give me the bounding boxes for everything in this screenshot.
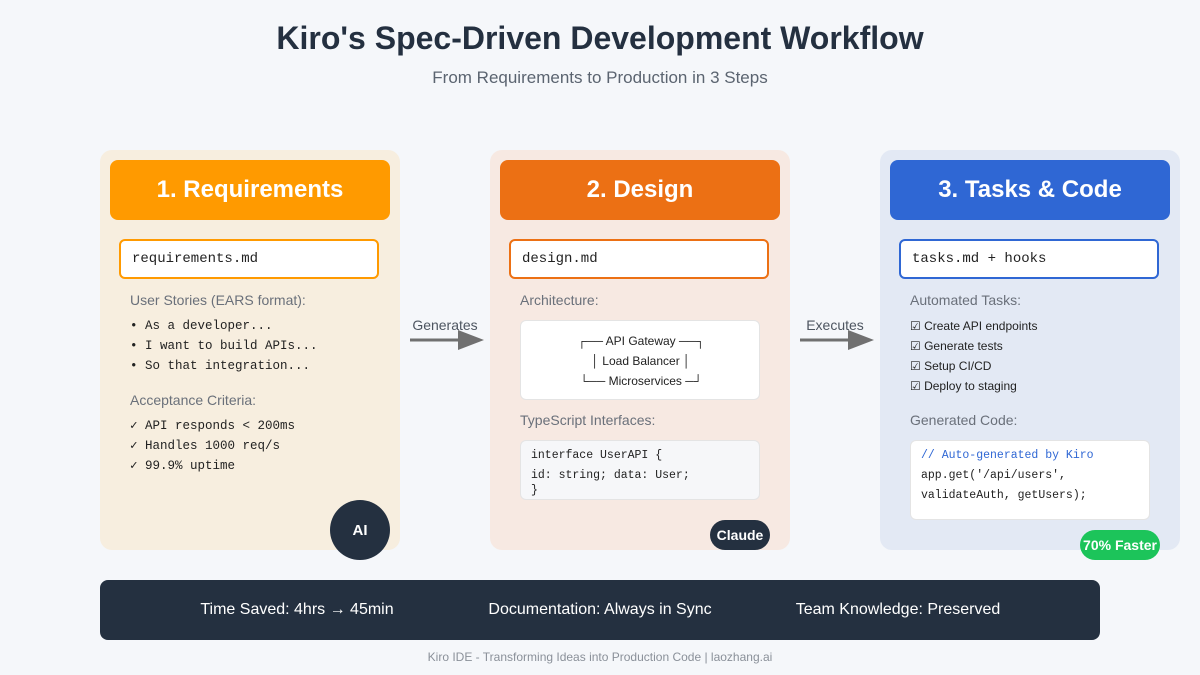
code-line: id: string; data: User; bbox=[531, 469, 690, 482]
code-line: validateAuth, getUsers); bbox=[921, 489, 1087, 502]
generated-code-label: Generated Code: bbox=[910, 412, 1018, 428]
arrow-right-icon bbox=[410, 330, 484, 350]
typescript-code-block: interface UserAPI { id: string; data: Us… bbox=[520, 440, 760, 500]
tasks-file-box: tasks.md + hooks bbox=[899, 239, 1159, 279]
load-balancer-node: │ Load Balancer │ bbox=[591, 354, 691, 368]
list-item: ✓ Handles 1000 req/s bbox=[130, 439, 281, 453]
list-item: ☑ Setup CI/CD bbox=[910, 359, 992, 373]
api-gateway-node: ┌── API Gateway ──┐ bbox=[577, 334, 705, 348]
arrow-right-icon bbox=[800, 330, 874, 350]
microservices-node: └── Microservices ─┘ bbox=[579, 374, 703, 388]
requirements-file-box: requirements.md bbox=[119, 239, 379, 279]
documentation-stat: Documentation: Always in Sync bbox=[488, 601, 712, 618]
team-knowledge-stat: Team Knowledge: Preserved bbox=[795, 601, 1001, 618]
generated-code-block: // Auto-generated by Kiro app.get('/api/… bbox=[910, 440, 1150, 520]
tasks-panel: 3. Tasks & Code tasks.md + hooks Automat… bbox=[880, 150, 1180, 560]
user-stories-label: User Stories (EARS format): bbox=[130, 292, 306, 308]
architecture-label: Architecture: bbox=[520, 292, 599, 308]
code-line: app.get('/api/users', bbox=[921, 469, 1066, 482]
automated-tasks-list: ☑ Create API endpoints ☑ Generate tests … bbox=[910, 316, 1038, 396]
design-panel: 2. Design design.md Architecture: ┌── AP… bbox=[490, 150, 790, 550]
user-stories-list: • As a developer... • I want to build AP… bbox=[130, 316, 318, 376]
list-item: ✓ 99.9% uptime bbox=[130, 459, 236, 473]
code-line: interface UserAPI { bbox=[531, 449, 663, 462]
faster-badge: 70% Faster bbox=[1080, 530, 1160, 560]
list-item: ☑ Generate tests bbox=[910, 339, 1003, 353]
list-item: ☑ Deploy to staging bbox=[910, 379, 1017, 393]
list-item: • I want to build APIs... bbox=[130, 339, 318, 353]
list-item: • As a developer... bbox=[130, 319, 273, 333]
code-line: } bbox=[531, 484, 538, 497]
requirements-heading: 1. Requirements bbox=[110, 160, 390, 220]
automated-tasks-label: Automated Tasks: bbox=[910, 292, 1022, 308]
page-subtitle: From Requirements to Production in 3 Ste… bbox=[432, 68, 768, 87]
code-comment: // Auto-generated by Kiro bbox=[921, 449, 1094, 462]
tasks-heading: 3. Tasks & Code bbox=[890, 160, 1170, 220]
list-item: ☑ Create API endpoints bbox=[910, 319, 1038, 333]
ai-badge: AI bbox=[330, 500, 390, 560]
typescript-interfaces-label: TypeScript Interfaces: bbox=[520, 412, 656, 428]
acceptance-criteria-label: Acceptance Criteria: bbox=[130, 392, 257, 408]
page-title: Kiro's Spec-Driven Development Workflow bbox=[276, 20, 924, 56]
stats-bar: Time Saved: 4hrs → 45min Documentation: … bbox=[100, 580, 1100, 640]
time-saved-stat: Time Saved: 4hrs → 45min bbox=[200, 601, 394, 618]
design-file-box: design.md bbox=[509, 239, 769, 279]
claude-badge: Claude bbox=[710, 520, 770, 550]
footer-text: Kiro IDE - Transforming Ideas into Produ… bbox=[427, 650, 773, 664]
list-item: ✓ API responds < 200ms bbox=[130, 419, 296, 433]
requirements-panel: 1. Requirements requirements.md User Sto… bbox=[100, 150, 400, 560]
list-item: • So that integration... bbox=[130, 359, 311, 373]
design-heading: 2. Design bbox=[500, 160, 780, 220]
acceptance-criteria-list: ✓ API responds < 200ms ✓ Handles 1000 re… bbox=[130, 416, 295, 476]
architecture-diagram: ┌── API Gateway ──┐ │ Load Balancer │ └─… bbox=[520, 320, 760, 400]
